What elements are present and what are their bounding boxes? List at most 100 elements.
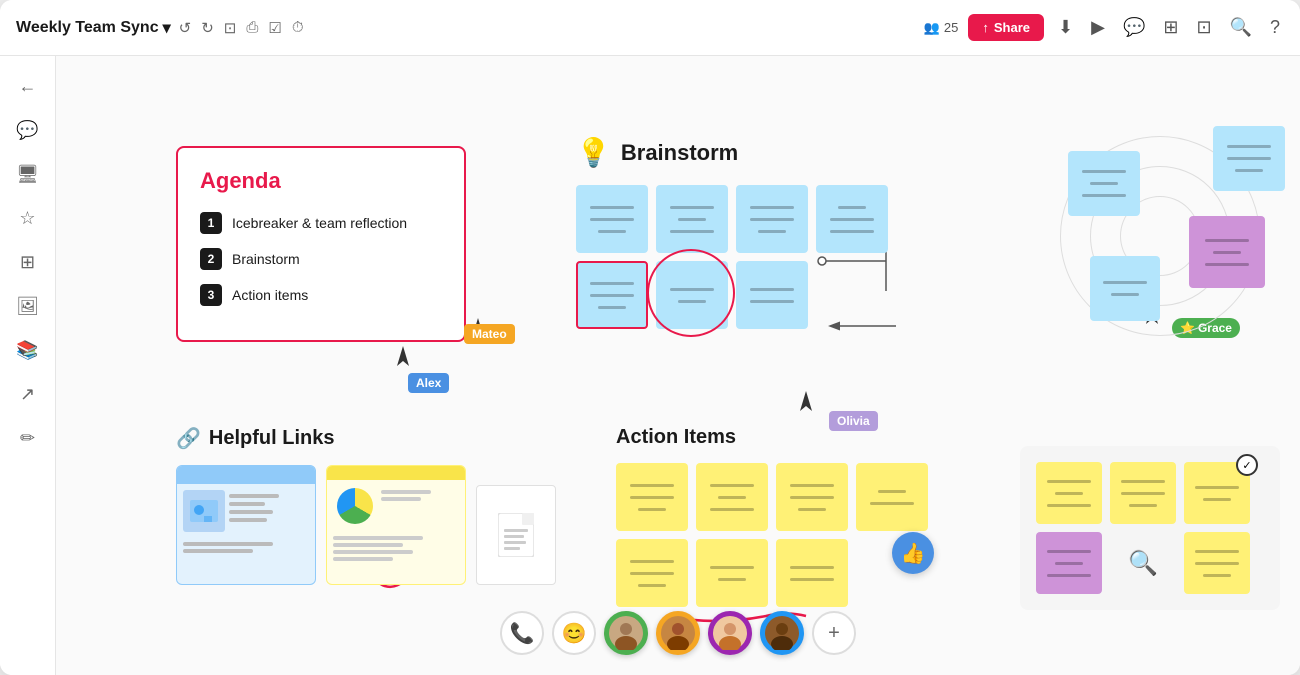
share-label: Share <box>994 20 1030 35</box>
thumb-line-5 <box>183 542 273 546</box>
link-card-doc[interactable] <box>476 485 556 585</box>
sidebar-library-button[interactable]: 📚 <box>10 332 46 368</box>
phone-icon-participant[interactable]: 📞 <box>500 611 544 655</box>
comment-button[interactable]: 💬 <box>1119 13 1149 42</box>
helpful-links-section: 🔗 Helpful Links <box>176 426 556 585</box>
canvas[interactable]: Agenda 1 Icebreaker & team reflection 2 … <box>56 56 1300 675</box>
sticky-note-b4[interactable] <box>816 185 888 253</box>
undo-icon[interactable]: ↺ <box>179 19 192 37</box>
emoji-icon-participant[interactable]: 😊 <box>552 611 596 655</box>
agenda-item-1: 1 Icebreaker & team reflection <box>200 212 442 234</box>
agenda-num-1: 1 <box>200 212 222 234</box>
action-sticky-y4[interactable] <box>856 463 928 531</box>
ythumb-fline-2 <box>333 543 403 547</box>
view-button[interactable]: ⊡ <box>1192 13 1215 42</box>
present-button[interactable]: ▶ <box>1087 13 1109 42</box>
thumb-line-3 <box>229 510 273 514</box>
sticky-note-b7[interactable] <box>736 261 808 329</box>
concentric-sticky-1[interactable] <box>1068 151 1140 216</box>
collaborate-button[interactable]: ⊞ <box>1159 13 1182 42</box>
sticky-note-b5-highlighted[interactable] <box>576 261 648 329</box>
right-sticky-y3-check[interactable]: ✓ <box>1184 462 1250 524</box>
sticky-note-b2[interactable] <box>656 185 728 253</box>
link-card-yellow[interactable] <box>326 465 466 585</box>
brainstorm-sticky-grid <box>576 185 936 329</box>
share-button[interactable]: ↑ Share <box>968 14 1044 41</box>
thumb-line-4 <box>229 518 267 522</box>
redo-icon[interactable]: ↻ <box>201 19 214 37</box>
right-panel: ✓ 🔍 <box>1020 446 1280 610</box>
concentric-sticky-2[interactable] <box>1213 126 1285 191</box>
thumb-img <box>183 490 225 532</box>
action-items-title: Action Items <box>616 426 928 449</box>
sidebar-export-button[interactable]: ↗ <box>10 376 46 412</box>
header-title: Weekly Team Sync ▾ <box>16 18 171 38</box>
sticky-note-b6[interactable] <box>656 261 728 329</box>
lightbulb-icon: 💡 <box>576 136 611 169</box>
checklist-icon[interactable]: ☑ <box>268 19 281 37</box>
thumb-footer <box>177 538 315 557</box>
action-sticky-y2[interactable] <box>696 463 768 531</box>
zoom-icon[interactable]: 🔍 <box>1110 532 1176 594</box>
link-card-blue[interactable] <box>176 465 316 585</box>
concentric-area <box>1060 116 1270 356</box>
title-dropdown-icon[interactable]: ▾ <box>163 18 171 38</box>
empty-cell <box>816 261 888 329</box>
header-tools: ↺ ↻ ⊡ ⎙ ☑ ⏱ <box>179 19 304 37</box>
brainstorm-title: 💡 Brainstorm <box>576 136 936 169</box>
right-sticky-purple[interactable] <box>1036 532 1102 594</box>
sticky-note-b1[interactable] <box>576 185 648 253</box>
right-sticky-y4[interactable] <box>1184 532 1250 594</box>
avatar-1[interactable] <box>604 611 648 655</box>
sidebar-comments-button[interactable]: 💬 <box>10 112 46 148</box>
ythumb-fline-4 <box>333 557 393 561</box>
thumbs-badge: 👍 <box>892 532 934 574</box>
avatar-3[interactable] <box>708 611 752 655</box>
right-sticky-y1[interactable] <box>1036 462 1102 524</box>
helpful-links-title: 🔗 Helpful Links <box>176 426 556 451</box>
right-sticky-y2[interactable] <box>1110 462 1176 524</box>
ythumb-footer <box>327 532 465 565</box>
action-sticky-y3[interactable] <box>776 463 848 531</box>
frame-icon[interactable]: ⊡ <box>224 19 237 37</box>
concentric-sticky-3[interactable] <box>1090 256 1160 321</box>
cursor-mateo: Mateo <box>464 324 515 344</box>
agenda-item-text-3: Action items <box>232 287 308 303</box>
add-participant-button[interactable]: + <box>812 611 856 655</box>
sidebar-frames-button[interactable]: ⊞ <box>10 244 46 280</box>
help-button[interactable]: ? <box>1266 13 1284 42</box>
concentric-sticky-purple[interactable] <box>1189 216 1265 288</box>
cursor-alex: Alex <box>408 373 449 393</box>
zoom-button[interactable]: 🔍 <box>1226 13 1256 42</box>
action-sticky-y5[interactable] <box>616 539 688 607</box>
sidebar-back-button[interactable]: ← <box>10 68 46 104</box>
share-upload-icon: ↑ <box>982 20 989 35</box>
ythumb-line-2 <box>381 497 421 501</box>
action-sticky-y1[interactable] <box>616 463 688 531</box>
agenda-title: Agenda <box>200 168 442 194</box>
sidebar-images-button[interactable]: 🖼 <box>10 288 46 324</box>
action-sticky-y7[interactable] <box>776 539 848 607</box>
header: Weekly Team Sync ▾ ↺ ↻ ⊡ ⎙ ☑ ⏱ 👥 25 ↑ Sh… <box>0 0 1300 56</box>
app-container: Weekly Team Sync ▾ ↺ ↻ ⊡ ⎙ ☑ ⏱ 👥 25 ↑ Sh… <box>0 0 1300 675</box>
sticky-note-b3[interactable] <box>736 185 808 253</box>
participants-bar: 📞 😊 <box>500 611 856 655</box>
sidebar-draw-button[interactable]: ✏ <box>10 420 46 456</box>
agenda-num-3: 3 <box>200 284 222 306</box>
ythumb-fline-1 <box>333 536 423 540</box>
ythumb-pie <box>337 488 373 524</box>
header-right: 👥 25 ↑ Share ⬇ ▶ 💬 ⊞ ⊡ 🔍 ? <box>924 13 1284 42</box>
agenda-item-text-2: Brainstorm <box>232 251 300 267</box>
sidebar-favorites-button[interactable]: ☆ <box>10 200 46 236</box>
sidebar-screens-button[interactable]: 🖥 <box>10 156 46 192</box>
action-sticky-y6[interactable] <box>696 539 768 607</box>
download-button[interactable]: ⬇ <box>1054 13 1077 42</box>
thumb-header-blue <box>177 466 315 484</box>
thumb-body-blue <box>177 484 315 538</box>
sidebar: ← 💬 🖥 ☆ ⊞ 🖼 📚 ↗ ✏ <box>0 56 56 675</box>
avatar-2[interactable] <box>656 611 700 655</box>
print-icon[interactable]: ⎙ <box>246 19 258 36</box>
avatar-4[interactable] <box>760 611 804 655</box>
agenda-num-2: 2 <box>200 248 222 270</box>
timer-icon[interactable]: ⏱ <box>292 19 304 36</box>
